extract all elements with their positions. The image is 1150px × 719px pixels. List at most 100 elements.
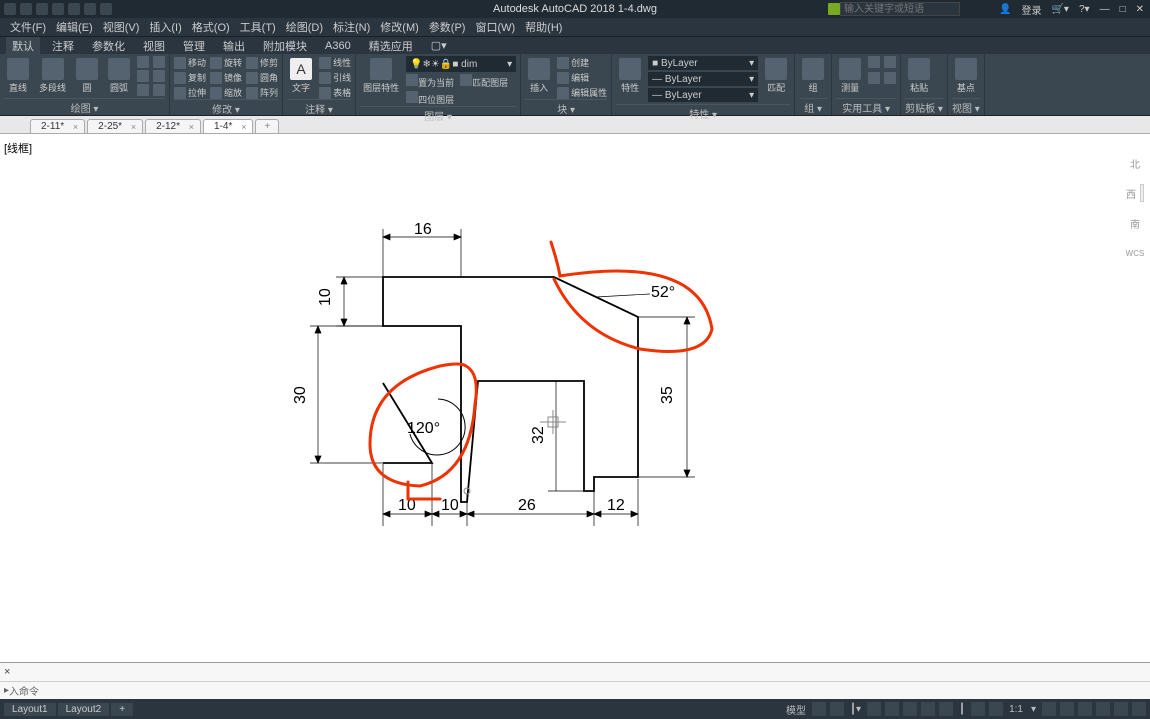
region-icon[interactable] [153, 84, 165, 96]
menu-insert[interactable]: 插入(I) [149, 19, 181, 35]
ellipse-icon[interactable] [137, 70, 149, 82]
linear-dim-button[interactable]: 线性 [319, 56, 351, 69]
util-icon-4[interactable] [884, 72, 896, 84]
match-layer-button[interactable]: 匹配图层 [460, 74, 508, 89]
cmd-close-icon[interactable]: × [4, 666, 10, 678]
isolate-icon[interactable] [1078, 702, 1092, 716]
rotate-button[interactable]: 旋转 [210, 56, 242, 69]
util-icon-2[interactable] [884, 56, 896, 68]
workspace-icon[interactable] [1042, 702, 1056, 716]
trim-button[interactable]: 修剪 [246, 56, 278, 69]
tab-parametric[interactable]: 参数化 [86, 37, 131, 55]
props-button[interactable]: 特性 [616, 56, 644, 96]
tab-a360[interactable]: A360 [319, 39, 357, 53]
grid-icon[interactable] [812, 702, 826, 716]
signin-label[interactable]: 登录 [1021, 2, 1041, 17]
panel-block-label[interactable]: 块 ▾ [525, 99, 607, 116]
menu-view[interactable]: 视图(V) [103, 19, 140, 35]
circle-button[interactable]: 圆 [73, 56, 101, 96]
file-tab[interactable]: 2-12*× [145, 119, 201, 133]
search-input[interactable] [840, 2, 960, 16]
panel-group-label[interactable]: 组 ▾ [799, 98, 827, 115]
hardware-icon[interactable] [1096, 702, 1110, 716]
layer-more-button[interactable]: 四位图层 [406, 91, 516, 106]
line-button[interactable]: 直线 [4, 56, 32, 96]
layout-tab[interactable]: Layout1 [4, 703, 56, 716]
file-tab[interactable]: 1-4*× [203, 119, 253, 133]
signin-icon[interactable]: 👤 [999, 4, 1011, 15]
tab-default[interactable]: 默认 [6, 37, 40, 55]
clean-icon[interactable] [1114, 702, 1128, 716]
qat-new-icon[interactable] [20, 3, 32, 15]
lineweight-combo[interactable]: — ByLayer▾ [648, 72, 758, 86]
hatch-icon[interactable] [153, 70, 165, 82]
fillet-button[interactable]: 圆角 [246, 71, 278, 84]
move-button[interactable]: 移动 [174, 56, 206, 69]
menu-tools[interactable]: 工具(T) [240, 19, 276, 35]
layout-add-icon[interactable]: + [111, 703, 133, 716]
base-button[interactable]: 基点 [952, 56, 980, 96]
match-props-button[interactable]: 匹配 [762, 56, 790, 96]
menu-window[interactable]: 窗口(W) [475, 19, 515, 35]
otrack-icon[interactable] [921, 702, 935, 716]
util-icon-1[interactable] [868, 56, 880, 68]
osnap-icon[interactable] [903, 702, 917, 716]
menu-edit[interactable]: 编辑(E) [56, 19, 93, 35]
array-button[interactable]: 阵列 [246, 86, 278, 99]
menu-draw[interactable]: 绘图(D) [286, 19, 323, 35]
panel-util-label[interactable]: 实用工具 ▾ [836, 98, 896, 115]
make-current-button[interactable]: 置为当前 [406, 74, 454, 89]
panel-draw-label[interactable]: 绘图 ▾ [4, 98, 165, 115]
close-tab-icon[interactable]: × [131, 122, 136, 132]
layer-props-button[interactable]: 图层特性 [360, 56, 402, 96]
block-create-button[interactable]: 创建 [557, 56, 607, 69]
panel-annot-label[interactable]: 注释 ▾ [287, 99, 351, 116]
file-tab[interactable]: 2-11*× [30, 119, 85, 133]
linetype-combo[interactable]: — ByLayer▾ [648, 88, 758, 102]
qat-open-icon[interactable] [36, 3, 48, 15]
stretch-button[interactable]: 拉伸 [174, 86, 206, 99]
menu-format[interactable]: 格式(O) [192, 19, 230, 35]
block-edit-button[interactable]: 编辑 [557, 71, 607, 84]
layout-tab[interactable]: Layout2 [58, 703, 110, 716]
tab-manage[interactable]: 管理 [177, 37, 211, 55]
command-input[interactable]: ▸ 入命令 [0, 681, 1150, 698]
insert-button[interactable]: 插入 [525, 56, 553, 96]
drawing-canvas[interactable]: [线框] 北 西 南 WCS [0, 134, 1150, 662]
panel-view-label[interactable]: 视图 ▾ [952, 98, 980, 115]
qat-undo-icon[interactable] [68, 3, 80, 15]
paste-button[interactable]: 粘贴 [905, 56, 933, 96]
polyline-button[interactable]: 多段线 [36, 56, 69, 96]
tab-featured[interactable]: 精选应用 [363, 37, 419, 55]
color-combo[interactable]: ■ ByLayer▾ [648, 56, 758, 70]
qat-save-icon[interactable] [52, 3, 64, 15]
spline-icon[interactable] [153, 56, 165, 68]
scale-button[interactable]: 缩放 [210, 86, 242, 99]
layer-combo[interactable]: 💡❄☀🔒■ dim▾ [406, 56, 516, 72]
point-icon[interactable] [137, 84, 149, 96]
exchange-icon[interactable]: 🛒▾ [1051, 4, 1068, 15]
panel-modify-label[interactable]: 修改 ▾ [174, 99, 278, 116]
polar-icon[interactable] [885, 702, 899, 716]
tab-extra-icon[interactable]: ▢▾ [425, 38, 453, 53]
panel-clip-label[interactable]: 剪贴板 ▾ [905, 98, 943, 115]
text-button[interactable]: A文字 [287, 56, 315, 96]
annovisible-icon[interactable] [989, 702, 1003, 716]
lwt-icon[interactable] [939, 702, 953, 716]
measure-button[interactable]: 测量 [836, 56, 864, 96]
status-scale[interactable]: 1:1 [1007, 704, 1025, 715]
win-max-icon[interactable]: □ [1120, 4, 1126, 15]
win-min-icon[interactable]: — [1100, 4, 1110, 15]
menu-dim[interactable]: 标注(N) [333, 19, 370, 35]
snap-icon[interactable] [830, 702, 844, 716]
file-tab[interactable]: 2-25*× [87, 119, 143, 133]
menu-param[interactable]: 参数(P) [429, 19, 466, 35]
arc-button[interactable]: 圆弧 [105, 56, 133, 96]
panel-props-label[interactable]: 特性 ▾ [616, 104, 790, 121]
tab-annotate[interactable]: 注释 [46, 37, 80, 55]
mirror-button[interactable]: 镜像 [210, 71, 242, 84]
annoscale-icon[interactable] [971, 702, 985, 716]
menu-modify[interactable]: 修改(M) [380, 19, 419, 35]
leader-button[interactable]: 引线 [319, 71, 351, 84]
lock-icon[interactable] [1060, 702, 1074, 716]
